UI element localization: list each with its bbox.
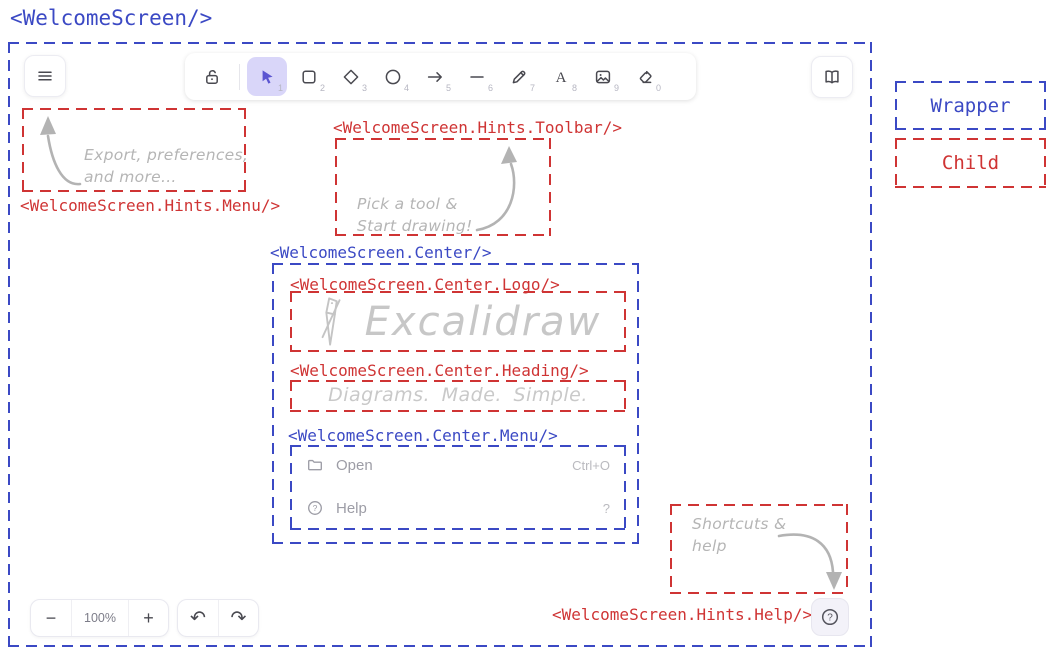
hand-drawn-arrow-icon (465, 142, 545, 234)
undo-redo-controls: ↶ ↷ (177, 599, 259, 637)
hint-toolbar-text: Pick a tool & Start drawing! (357, 193, 473, 237)
menu-item-help[interactable]: ? Help ? (306, 499, 610, 517)
welcome-screen-label: <WelcomeScreen/> (10, 6, 212, 30)
diamond-tool-button[interactable]: 3 (331, 57, 371, 96)
selection-tool-button[interactable]: 1 (247, 57, 287, 96)
excalidraw-logo-text: Excalidraw (365, 299, 602, 345)
svg-text:?: ? (313, 503, 318, 513)
text-icon: A (551, 67, 571, 87)
hand-drawn-arrow-icon (775, 528, 845, 594)
legend-wrapper-box: Wrapper (895, 81, 1046, 130)
hint-menu-line2: and more... (84, 168, 177, 186)
tool-shortcut: 3 (362, 83, 367, 93)
toolbar: 1 2 3 4 5 (185, 53, 696, 100)
image-tool-button[interactable]: 9 (583, 57, 623, 96)
center-menu-label: <WelcomeScreen.Center.Menu/> (288, 427, 558, 445)
eraser-icon (635, 67, 655, 87)
redo-button[interactable]: ↷ (218, 600, 258, 636)
center-menu: Open Ctrl+O ? Help ? (290, 445, 626, 530)
hint-menu-line1: Export, preferences, (84, 146, 248, 164)
arrow-icon (425, 67, 445, 87)
legend-child-label: Child (895, 138, 1046, 188)
hint-toolbar-line2: Start drawing! (357, 217, 473, 235)
question-circle-icon: ? (820, 607, 840, 627)
arrow-tool-button[interactable]: 5 (415, 57, 455, 96)
tool-shortcut: 2 (320, 83, 325, 93)
toolbar-divider (239, 64, 240, 90)
menu-item-open-label: Open (336, 457, 373, 474)
hint-toolbar-line1: Pick a tool & (357, 195, 458, 213)
folder-icon (306, 456, 324, 474)
diamond-icon (341, 67, 361, 87)
hints-menu-label: <WelcomeScreen.Hints.Menu/> (20, 197, 280, 215)
menu-item-open[interactable]: Open Ctrl+O (306, 456, 610, 474)
legend-wrapper-label: Wrapper (895, 81, 1046, 130)
legend-child-box: Child (895, 138, 1046, 188)
rectangle-tool-button[interactable]: 2 (289, 57, 329, 96)
pencil-icon (509, 67, 529, 87)
main-menu-button[interactable] (24, 55, 66, 97)
text-tool-button[interactable]: A 8 (541, 57, 581, 96)
tool-shortcut: 9 (614, 83, 619, 93)
hints-toolbar-label: <WelcomeScreen.Hints.Toolbar/> (333, 119, 622, 137)
book-icon (822, 67, 842, 87)
hint-help-text: Shortcuts & help (692, 513, 786, 557)
tool-shortcut: 7 (530, 83, 535, 93)
excalidraw-logo-icon (315, 293, 349, 351)
square-icon (299, 67, 319, 87)
hamburger-icon (35, 66, 55, 86)
center-heading-label: <WelcomeScreen.Center.Heading/> (290, 362, 589, 380)
circle-icon (383, 67, 403, 87)
zoom-in-button[interactable]: + (128, 600, 168, 636)
zoom-level[interactable]: 100% (71, 600, 128, 636)
tool-shortcut: 1 (278, 83, 283, 93)
svg-text:A: A (556, 70, 567, 86)
center-heading-text: Diagrams. Made. Simple. (290, 384, 626, 406)
menu-item-open-shortcut: Ctrl+O (572, 458, 610, 473)
ellipse-tool-button[interactable]: 4 (373, 57, 413, 96)
tool-shortcut: 4 (404, 83, 409, 93)
excalidraw-logo: Excalidraw (290, 291, 626, 352)
excalidraw-welcome-docs: <WelcomeScreen/> 1 2 (0, 0, 1053, 661)
hint-help-line1: Shortcuts & (692, 515, 786, 533)
help-button[interactable]: ? (811, 598, 849, 636)
hint-menu-text: Export, preferences, and more... (84, 144, 248, 188)
eraser-tool-button[interactable]: 0 (625, 57, 665, 96)
lock-tool-button[interactable] (192, 57, 232, 96)
svg-text:?: ? (827, 613, 833, 624)
tool-shortcut: 6 (488, 83, 493, 93)
library-button[interactable] (811, 56, 853, 98)
tool-shortcut: 8 (572, 83, 577, 93)
menu-item-help-label: Help (336, 500, 367, 517)
line-tool-button[interactable]: 6 (457, 57, 497, 96)
lock-icon (202, 67, 222, 87)
zoom-out-button[interactable]: − (31, 600, 71, 636)
cursor-icon (257, 67, 277, 87)
undo-button[interactable]: ↶ (178, 600, 218, 636)
hint-help-line2: help (692, 537, 727, 555)
zoom-controls: − 100% + (30, 599, 169, 637)
menu-item-help-shortcut: ? (603, 501, 610, 516)
help-circle-icon: ? (306, 499, 324, 517)
line-icon (467, 67, 487, 87)
draw-tool-button[interactable]: 7 (499, 57, 539, 96)
center-label: <WelcomeScreen.Center/> (270, 244, 492, 262)
hints-help-label: <WelcomeScreen.Hints.Help/> (552, 606, 812, 624)
tool-shortcut: 5 (446, 83, 451, 93)
tool-shortcut: 0 (656, 83, 661, 93)
image-icon (593, 67, 613, 87)
